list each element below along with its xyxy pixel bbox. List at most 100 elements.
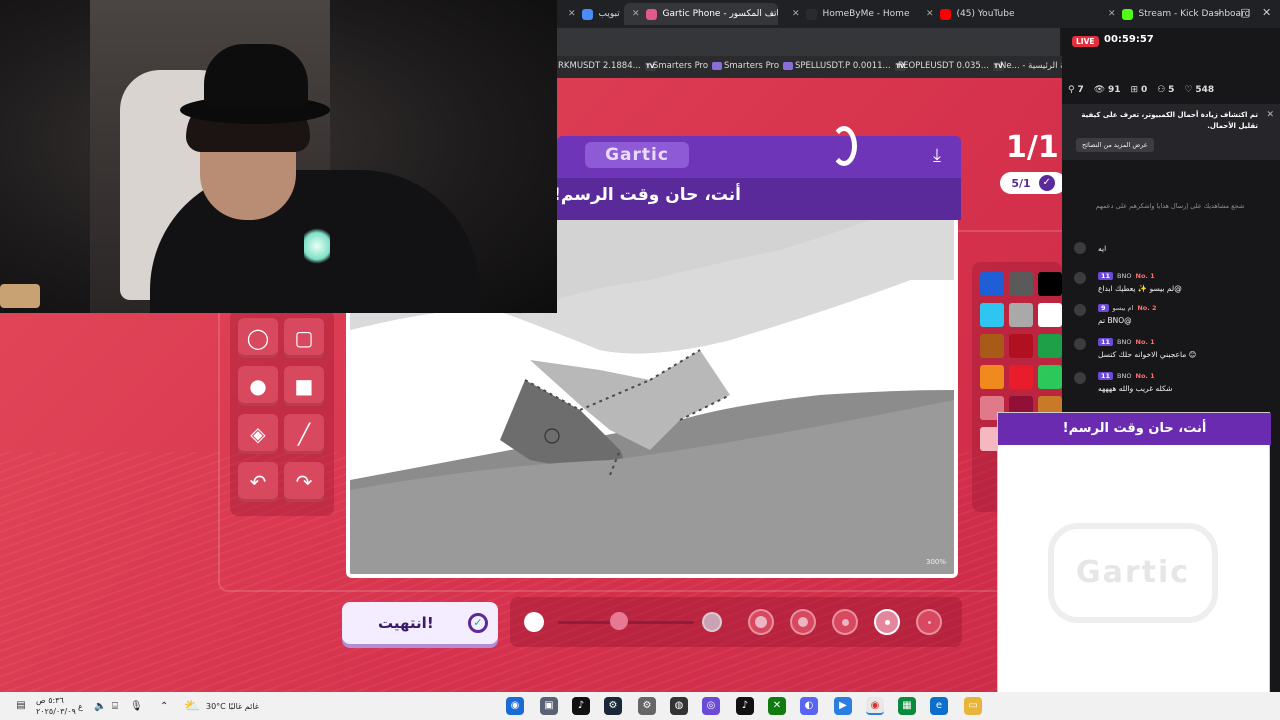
tab-favicon [805, 8, 817, 20]
steam-icon[interactable]: ⚙ [604, 697, 622, 715]
redo-tool[interactable]: ↷ [284, 462, 324, 502]
edge-icon[interactable]: e [930, 697, 948, 715]
chrome-icon[interactable]: ◉ [866, 697, 884, 715]
webcam-feed [0, 0, 557, 313]
tab-close-icon[interactable]: ✕ [568, 9, 576, 19]
opacity-dot[interactable] [702, 612, 722, 632]
screen: – ▢ ✕ ✕علامة تبويب✕Gartic Phone - الهاتف… [0, 0, 1280, 720]
app-icon-5[interactable]: ▶ [834, 697, 852, 715]
bookmark-item[interactable]: RKMUSDT 2.1884... TV [558, 61, 656, 71]
brush-size-4-selected[interactable] [874, 609, 900, 635]
brush-size-3[interactable] [832, 609, 858, 635]
app-icon-1[interactable]: ◉ [506, 697, 524, 715]
discord-icon[interactable]: ◐ [800, 697, 818, 715]
bucket-tool[interactable]: ◈ [238, 414, 278, 454]
settings-icon[interactable]: ⚙ [638, 697, 656, 715]
brush-size-knob[interactable] [610, 612, 629, 630]
level-badge: 9 [1098, 304, 1109, 312]
avatar[interactable] [1074, 304, 1086, 316]
cam-hat-top [204, 44, 308, 108]
avatar[interactable] [1074, 272, 1086, 284]
brush-bar [510, 597, 962, 647]
tab-close-icon[interactable]: ✕ [792, 9, 800, 19]
tiktok-icon[interactable]: ♪ [572, 697, 590, 715]
address-bar[interactable] [557, 28, 1060, 56]
color-swatch[interactable] [1038, 272, 1062, 296]
undo-tool[interactable]: ↶ [238, 462, 278, 502]
volume-icon[interactable]: 🔈 [94, 701, 106, 712]
color-swatch[interactable] [1009, 272, 1033, 296]
color-swatch[interactable] [1038, 334, 1062, 358]
avatar[interactable] [1074, 372, 1086, 384]
line-tool[interactable]: ╱ [284, 414, 324, 454]
color-swatch[interactable] [1038, 365, 1062, 389]
tab-close-icon[interactable]: ✕ [632, 9, 640, 19]
bookmark-item[interactable]: Smarters Pro [724, 61, 794, 71]
brush-color-preview[interactable] [524, 612, 544, 632]
browser-tab[interactable]: ✕ HomeByMe - Home [784, 3, 914, 25]
close-window-icon[interactable]: ✕ [1262, 6, 1271, 19]
notification-icon[interactable]: ▤ [12, 697, 30, 715]
square-outline-tool[interactable]: ▢ [284, 318, 324, 358]
bookmark-label: SPELLUSDT.P 0.0011... [795, 61, 891, 71]
network-icon[interactable]: ⌸ [112, 701, 118, 712]
chat-username: BNO [1117, 372, 1132, 380]
keyboard-language[interactable]: ع [78, 702, 83, 711]
level-badge: 11 [1098, 272, 1114, 280]
zoom-level: 300% [925, 558, 946, 566]
circle-outline-tool[interactable]: ◯ [238, 318, 278, 358]
avatar[interactable] [1074, 242, 1086, 254]
notice-text: تم اكتشاف زيادة أحمال الكمبيوتر، تعرف عل… [1081, 111, 1258, 130]
timer-icon [831, 126, 857, 166]
color-swatch[interactable] [980, 334, 1004, 358]
gartic-logo: Gartic [585, 142, 689, 168]
browser-tab[interactable]: ✕ Gartic Phone - الهاتف المكسور [624, 3, 778, 25]
avatar[interactable] [1074, 338, 1086, 350]
tab-close-icon[interactable]: ✕ [926, 9, 934, 19]
bookmark-item[interactable]: Smarters Pro [653, 61, 723, 71]
done-button[interactable]: انتهيت! ✓ [342, 602, 498, 644]
chat-text: شكله غريب والله ههههه [1098, 384, 1173, 393]
weather-icon: ⛅ [184, 699, 201, 714]
xbox-icon[interactable]: ✕ [768, 697, 786, 715]
browser-tab[interactable]: ✕ (45) YouTube [918, 3, 1094, 25]
brush-size-2[interactable] [790, 609, 816, 635]
tab-close-icon[interactable]: ✕ [1108, 9, 1116, 19]
color-swatch[interactable] [980, 272, 1004, 296]
square-fill-tool[interactable]: ■ [284, 366, 324, 406]
download-icon[interactable]: ⤓ [925, 144, 949, 168]
brush-size-5[interactable] [916, 609, 942, 635]
gartic-overlay-window: أنت، حان وقت الرسم! Gartic [997, 412, 1271, 708]
store-icon[interactable]: ▦ [898, 697, 916, 715]
bookmark-label: Smarters Pro [653, 61, 709, 71]
more-tips-button[interactable]: عرض المزيد من النصائح [1076, 138, 1154, 152]
tiktok-live-icon[interactable]: ♪ [736, 697, 754, 715]
app-icon-3[interactable]: ◍ [670, 697, 688, 715]
color-swatch[interactable] [1009, 334, 1033, 358]
file-explorer-icon[interactable]: ▭ [964, 697, 982, 715]
color-swatch[interactable] [980, 365, 1004, 389]
color-swatch[interactable] [980, 303, 1004, 327]
check-icon: ✓ [1038, 175, 1055, 191]
rank-badge: No. 1 [1135, 272, 1155, 280]
microphone-icon[interactable]: 🎙 [130, 701, 143, 712]
chat-username: BNO [1117, 272, 1132, 280]
circle-fill-tool[interactable]: ● [238, 366, 278, 406]
bookmark-item[interactable]: PEOPLEUSDT 0.035... TV [898, 61, 1004, 71]
color-swatch[interactable] [1009, 303, 1033, 327]
overlay-logo: Gartic [1048, 523, 1218, 623]
brush-size-1[interactable] [748, 609, 774, 635]
weather-text[interactable]: 30°C غائم غالبًا [206, 702, 259, 711]
chat-text: ماعجبني الاخوانه حلك كتسل 😊 [1098, 350, 1197, 359]
app-icon-2[interactable]: ▣ [540, 697, 558, 715]
browser-tab[interactable]: ✕ علامة تبويب [560, 3, 620, 25]
color-swatch[interactable] [1038, 303, 1062, 327]
tray-expand-icon[interactable]: ⌃ [160, 701, 168, 712]
bookmark-item[interactable]: SPELLUSDT.P 0.0011... TV [795, 61, 906, 71]
tab-title: علامة تبويب [598, 9, 620, 19]
app-icon-4[interactable]: ◎ [702, 697, 720, 715]
color-swatch[interactable] [1009, 365, 1033, 389]
tab-title: Stream - Kick Dashboard [1138, 9, 1250, 19]
close-icon[interactable]: ✕ [1266, 110, 1274, 120]
browser-tab[interactable]: ✕ Stream - Kick Dashboard [1100, 3, 1250, 25]
